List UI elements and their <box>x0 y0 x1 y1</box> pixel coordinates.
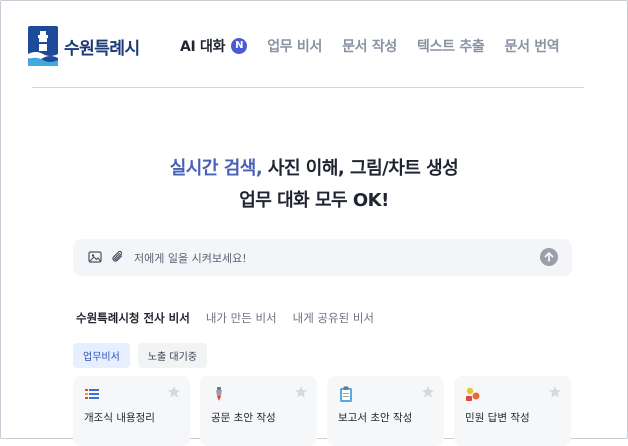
chat-input-box[interactable]: 저에게 일을 시켜보세요! <box>73 239 572 276</box>
assistant-card[interactable]: 공문 초안 작성 <box>200 376 317 446</box>
people-icon <box>466 387 480 401</box>
nav-item-text-extraction[interactable]: 텍스트 추출 <box>417 36 485 56</box>
pen-icon <box>216 387 222 401</box>
assistant-tabs: 수원특례시청 전사 비서 내가 만든 비서 내게 공유된 비서 <box>76 310 390 326</box>
hero-line-2: 업무 대화 모두 OK! <box>239 190 389 211</box>
hero-line-1: 실시간 검색, 사진 이해, 그림/차트 생성 <box>0 154 628 180</box>
chat-input-placeholder: 저에게 일을 시켜보세요! <box>134 252 247 265</box>
star-icon[interactable] <box>294 385 308 399</box>
card-title: 보고서 초안 작성 <box>338 412 413 424</box>
lighthouse-logo-icon <box>28 26 58 66</box>
top-nav: AI 대화 N 업무 비서 문서 작성 텍스트 추출 문서 번역 <box>180 36 579 56</box>
assistant-cards: 개조식 내용정리 공문 초안 작성 보고서 초안 작성 민원 답변 작성 <box>73 376 581 446</box>
arrow-up-icon <box>544 252 554 262</box>
nav-item-ai-chat[interactable]: AI 대화 N <box>180 36 248 56</box>
nav-item-label: AI 대화 <box>180 39 226 55</box>
star-icon[interactable] <box>548 385 562 399</box>
tab-organization-assistants[interactable]: 수원특례시청 전사 비서 <box>76 310 190 326</box>
clipboard-icon <box>340 386 352 402</box>
hero-text: 사진 이해, 그림/차트 생성 <box>262 158 459 179</box>
assistant-card[interactable]: 개조식 내용정리 <box>73 376 190 446</box>
hero-accent-text: 실시간 검색, <box>169 158 263 179</box>
card-title: 공문 초안 작성 <box>211 412 276 424</box>
attach-file-icon[interactable] <box>111 250 125 264</box>
list-icon <box>85 389 99 399</box>
new-badge: N <box>231 38 248 54</box>
chip-work-assistant[interactable]: 업무비서 <box>73 343 130 368</box>
filter-chips: 업무비서 노출 대기중 <box>73 343 215 368</box>
tab-my-assistants[interactable]: 내가 만든 비서 <box>206 310 277 326</box>
app-logo[interactable]: 수원특례시 <box>28 26 140 66</box>
nav-item-work-assistant[interactable]: 업무 비서 <box>267 36 322 56</box>
tab-shared-assistants[interactable]: 내게 공유된 비서 <box>293 310 374 326</box>
star-icon[interactable] <box>421 385 435 399</box>
app-name: 수원특례시 <box>64 38 140 59</box>
nav-item-document-writing[interactable]: 문서 작성 <box>342 36 397 56</box>
nav-item-document-translation[interactable]: 문서 번역 <box>504 36 559 56</box>
header-divider <box>32 87 584 88</box>
send-button[interactable] <box>540 248 558 266</box>
card-title: 민원 답변 작성 <box>465 412 530 424</box>
star-icon[interactable] <box>167 385 181 399</box>
image-upload-icon[interactable] <box>88 250 102 264</box>
assistant-card[interactable]: 민원 답변 작성 <box>454 376 571 446</box>
chip-pending-exposure[interactable]: 노출 대기중 <box>137 343 207 368</box>
card-title: 개조식 내용정리 <box>84 412 155 424</box>
assistant-card[interactable]: 보고서 초안 작성 <box>327 376 444 446</box>
